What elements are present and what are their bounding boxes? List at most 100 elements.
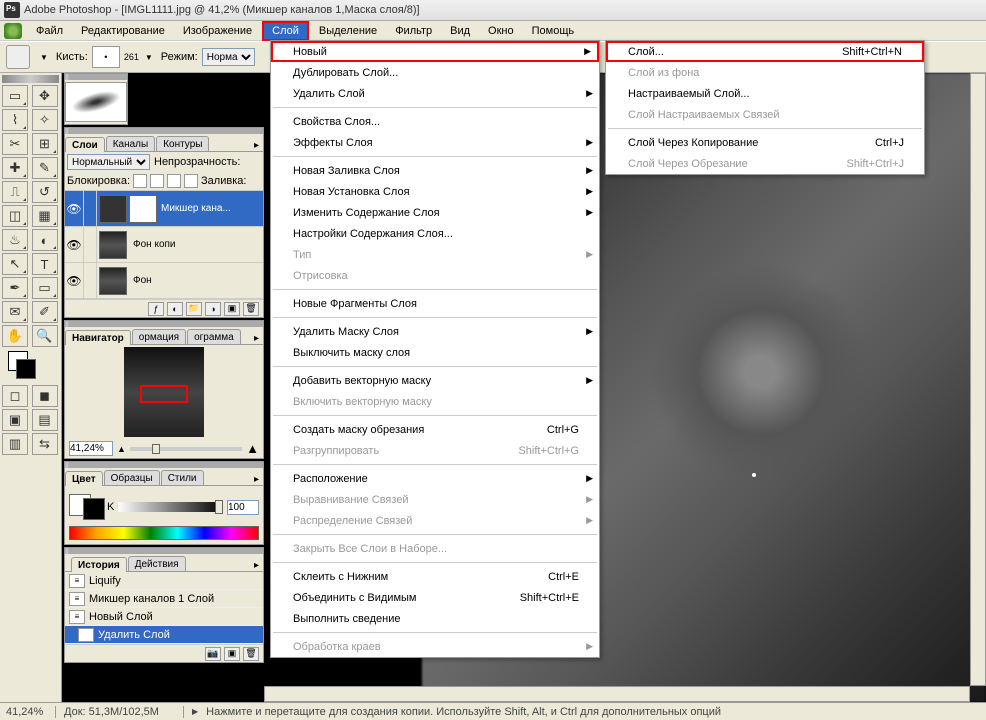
panel-menu-icon[interactable]: ▸	[250, 333, 263, 344]
menu-item[interactable]: Свойства Слоя...	[271, 111, 599, 132]
stamp-tool[interactable]: ⎍	[2, 181, 28, 203]
dodge-tool[interactable]: ◐	[32, 229, 58, 251]
history-item[interactable]: ≡Микшер каналов 1 Слой	[65, 590, 263, 608]
blur-tool[interactable]: ♨	[2, 229, 28, 251]
pen-tool[interactable]: ✒	[2, 277, 28, 299]
new-doc-icon[interactable]: ▣	[224, 647, 240, 661]
layer-row[interactable]: 👁 Фон	[65, 263, 263, 299]
delete-icon[interactable]: 🗑	[243, 302, 259, 316]
menu-item[interactable]: Слой...Shift+Ctrl+N	[606, 41, 924, 62]
tab-histogram[interactable]: ограмма	[187, 329, 241, 344]
zoom-tool[interactable]: 🔍	[32, 325, 58, 347]
tab-navigator[interactable]: Навигатор	[65, 330, 131, 345]
shape-tool[interactable]: ▭	[32, 277, 58, 299]
chevron-down-icon[interactable]: ▼	[145, 53, 153, 62]
hand-tool[interactable]: ✋	[2, 325, 28, 347]
toolbox-grip[interactable]	[2, 75, 59, 83]
menu-view[interactable]: Вид	[442, 23, 478, 39]
menu-filter[interactable]: Фильтр	[387, 23, 440, 39]
menu-item[interactable]: Новая Заливка Слоя▶	[271, 160, 599, 181]
screen-mode-1-icon[interactable]: ▣	[2, 409, 28, 431]
gradient-tool[interactable]: ▦	[32, 205, 58, 227]
tab-layers[interactable]: Слои	[65, 137, 105, 152]
heal-tool[interactable]: ✚	[2, 157, 28, 179]
visibility-icon[interactable]: 👁	[65, 238, 83, 252]
menu-item[interactable]: Изменить Содержание Слоя▶	[271, 202, 599, 223]
vertical-scrollbar[interactable]	[970, 73, 986, 686]
panel-menu-icon[interactable]: ▸	[250, 560, 263, 571]
panel-menu-icon[interactable]: ▸	[250, 474, 263, 485]
new-layer-icon[interactable]: ▣	[224, 302, 240, 316]
tab-info[interactable]: ормация	[132, 329, 186, 344]
color-swatches[interactable]	[2, 351, 59, 381]
brush-tool[interactable]: ✎	[32, 157, 58, 179]
menu-image[interactable]: Изображение	[175, 23, 260, 39]
zoom-slider[interactable]	[130, 447, 242, 451]
layer-thumbnail[interactable]	[99, 231, 127, 259]
navigator-viewbox[interactable]	[140, 385, 188, 403]
zoom-in-icon[interactable]: ▲	[246, 441, 259, 456]
status-doc-size[interactable]: Док: 51,3M/102,5M	[64, 706, 184, 718]
bg-swatch[interactable]	[83, 498, 105, 520]
brush-preview-small[interactable]: •	[92, 46, 120, 68]
blend-mode-select[interactable]: Нормальный	[67, 154, 150, 170]
menu-file[interactable]: Файл	[28, 23, 71, 39]
menu-item[interactable]: Настраиваемый Слой...	[606, 83, 924, 104]
k-value[interactable]	[227, 500, 259, 515]
menu-item[interactable]: Эффекты Слоя▶	[271, 132, 599, 153]
menu-help[interactable]: Помощь	[524, 23, 583, 39]
slice-tool[interactable]: ⊞	[32, 133, 58, 155]
menu-item[interactable]: Добавить векторную маску▶	[271, 370, 599, 391]
layer-row[interactable]: 👁 Фон копи	[65, 227, 263, 263]
menu-item[interactable]: Дублировать Слой...	[271, 62, 599, 83]
lock-all-icon[interactable]	[184, 174, 198, 188]
tab-history[interactable]: История	[71, 557, 127, 572]
lock-position-icon[interactable]	[167, 174, 181, 188]
history-item[interactable]: ▸≡Удалить Слой	[65, 626, 263, 644]
history-brush-tool[interactable]: ↺	[32, 181, 58, 203]
quickmask-mode-icon[interactable]: ◼	[32, 385, 58, 407]
menu-layer[interactable]: Слой	[262, 21, 309, 41]
tool-preset-icon[interactable]	[6, 45, 30, 69]
menu-item[interactable]: Удалить Слой▶	[271, 83, 599, 104]
menu-item[interactable]: Создать маску обрезанияCtrl+G	[271, 419, 599, 440]
menu-item[interactable]: Новые Фрагменты Слоя	[271, 293, 599, 314]
screen-mode-2-icon[interactable]: ▤	[32, 409, 58, 431]
tab-styles[interactable]: Стили	[161, 470, 204, 485]
background-color[interactable]	[16, 359, 36, 379]
history-item[interactable]: ≡Liquify	[65, 572, 263, 590]
adjustment-icon[interactable]: ◑	[205, 302, 221, 316]
layer-style-icon[interactable]: ƒ	[148, 302, 164, 316]
layer-thumbnail[interactable]	[99, 267, 127, 295]
panel-grip[interactable]	[65, 74, 127, 80]
mode-select[interactable]: Норма	[202, 48, 255, 66]
notes-tool[interactable]: ✉	[2, 301, 28, 323]
jump-to-icon[interactable]: ⇆	[32, 433, 58, 455]
menu-item[interactable]: Настройки Содержания Слоя...	[271, 223, 599, 244]
link-cell[interactable]	[83, 263, 97, 298]
menu-edit[interactable]: Редактирование	[73, 23, 173, 39]
standard-mode-icon[interactable]: ◻	[2, 385, 28, 407]
new-snapshot-icon[interactable]: 📷	[205, 647, 221, 661]
menu-select[interactable]: Выделение	[311, 23, 385, 39]
tab-paths[interactable]: Контуры	[156, 136, 209, 151]
menu-item[interactable]: Выключить маску слоя	[271, 342, 599, 363]
eyedropper-tool[interactable]: ✐	[32, 301, 58, 323]
new-set-icon[interactable]: 📁	[186, 302, 202, 316]
mask-thumbnail[interactable]	[129, 195, 157, 223]
zoom-input[interactable]	[69, 441, 113, 456]
crop-tool[interactable]: ✂	[2, 133, 28, 155]
lasso-tool[interactable]: ⌇	[2, 109, 28, 131]
layer-thumbnail[interactable]	[99, 195, 127, 223]
menu-window[interactable]: Окно	[480, 23, 522, 39]
layer-name[interactable]: Фон копи	[129, 239, 263, 250]
visibility-icon[interactable]: 👁	[65, 202, 83, 216]
zoom-out-icon[interactable]: ▲	[117, 444, 126, 454]
menu-item[interactable]: Объединить с ВидимымShift+Ctrl+E	[271, 587, 599, 608]
lock-pixels-icon[interactable]	[150, 174, 164, 188]
history-item[interactable]: ≡Новый Слой	[65, 608, 263, 626]
layer-name[interactable]: Фон	[129, 275, 263, 286]
menu-item[interactable]: Новый▶	[271, 41, 599, 62]
lock-transparency-icon[interactable]	[133, 174, 147, 188]
panel-menu-icon[interactable]: ▸	[250, 140, 263, 151]
